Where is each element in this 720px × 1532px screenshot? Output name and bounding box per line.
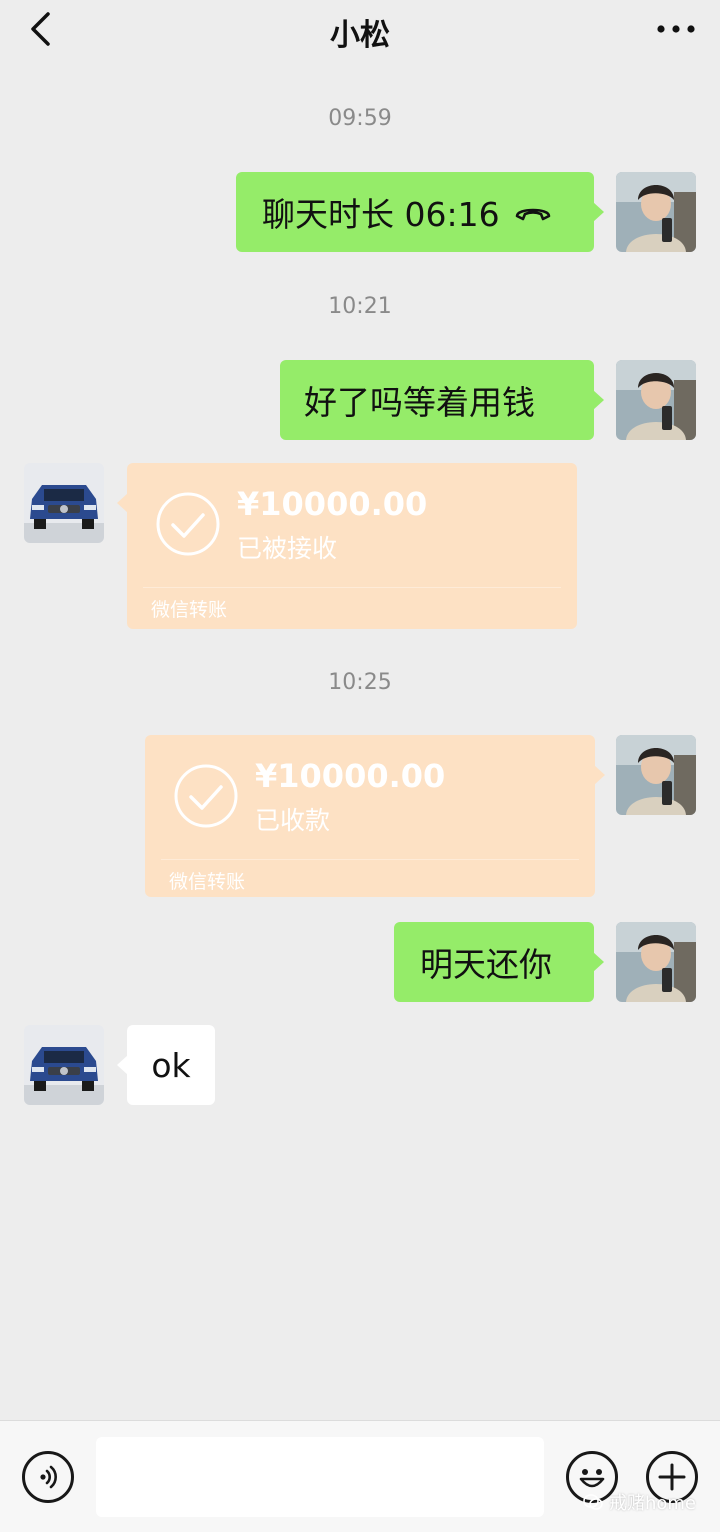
more-dots-icon	[657, 25, 695, 33]
transfer-amount: ¥10000.00	[255, 757, 446, 795]
transfer-card-received[interactable]: ¥10000.00 已被接收 微信转账	[117, 463, 577, 629]
call-record-bubble[interactable]: 聊天时长 06:16	[236, 172, 604, 252]
message-bubble[interactable]: 好了吗等着用钱	[280, 360, 604, 440]
message-bubble[interactable]: ok	[117, 1025, 215, 1105]
divider	[143, 587, 561, 588]
transfer-label: 微信转账	[151, 599, 228, 621]
more-button[interactable]	[654, 14, 698, 44]
voice-button[interactable]	[22, 1451, 74, 1503]
transfer-status: 已收款	[255, 806, 331, 835]
my-avatar[interactable]	[616, 360, 696, 440]
check-circle-icon	[156, 492, 220, 556]
hangup-phone-icon	[515, 208, 550, 221]
input-bar: 戒赌home	[0, 1420, 720, 1532]
call-duration-text: 聊天时长 06:16	[262, 195, 500, 234]
watermark: 戒赌home	[583, 1489, 696, 1515]
divider	[161, 859, 579, 860]
my-avatar[interactable]	[616, 172, 696, 252]
check-circle-icon	[174, 764, 238, 828]
message-bubble[interactable]: 明天还你	[394, 922, 604, 1002]
my-avatar[interactable]	[616, 735, 696, 815]
message-text: ok	[151, 1045, 191, 1085]
timestamp: 09:59	[328, 106, 392, 131]
message-text: 好了吗等着用钱	[304, 383, 535, 422]
timestamp: 10:21	[328, 294, 392, 319]
message-text: 明天还你	[420, 945, 552, 984]
transfer-label: 微信转账	[169, 871, 246, 893]
wechat-official-icon	[583, 1494, 603, 1510]
transfer-card-sent[interactable]: ¥10000.00 已收款 微信转账	[145, 735, 605, 897]
transfer-status: 已被接收	[237, 534, 338, 563]
watermark-text: 戒赌home	[608, 1493, 696, 1514]
timestamp: 10:25	[328, 670, 392, 695]
voice-icon	[40, 1465, 57, 1489]
plus-icon	[658, 1463, 686, 1491]
my-avatar[interactable]	[616, 922, 696, 1002]
message-input[interactable]	[96, 1437, 544, 1517]
contact-avatar[interactable]	[24, 463, 104, 543]
transfer-amount: ¥10000.00	[237, 485, 428, 523]
chat-header: 小松	[0, 0, 720, 62]
chat-title: 小松	[330, 18, 390, 53]
contact-avatar[interactable]	[24, 1025, 104, 1105]
